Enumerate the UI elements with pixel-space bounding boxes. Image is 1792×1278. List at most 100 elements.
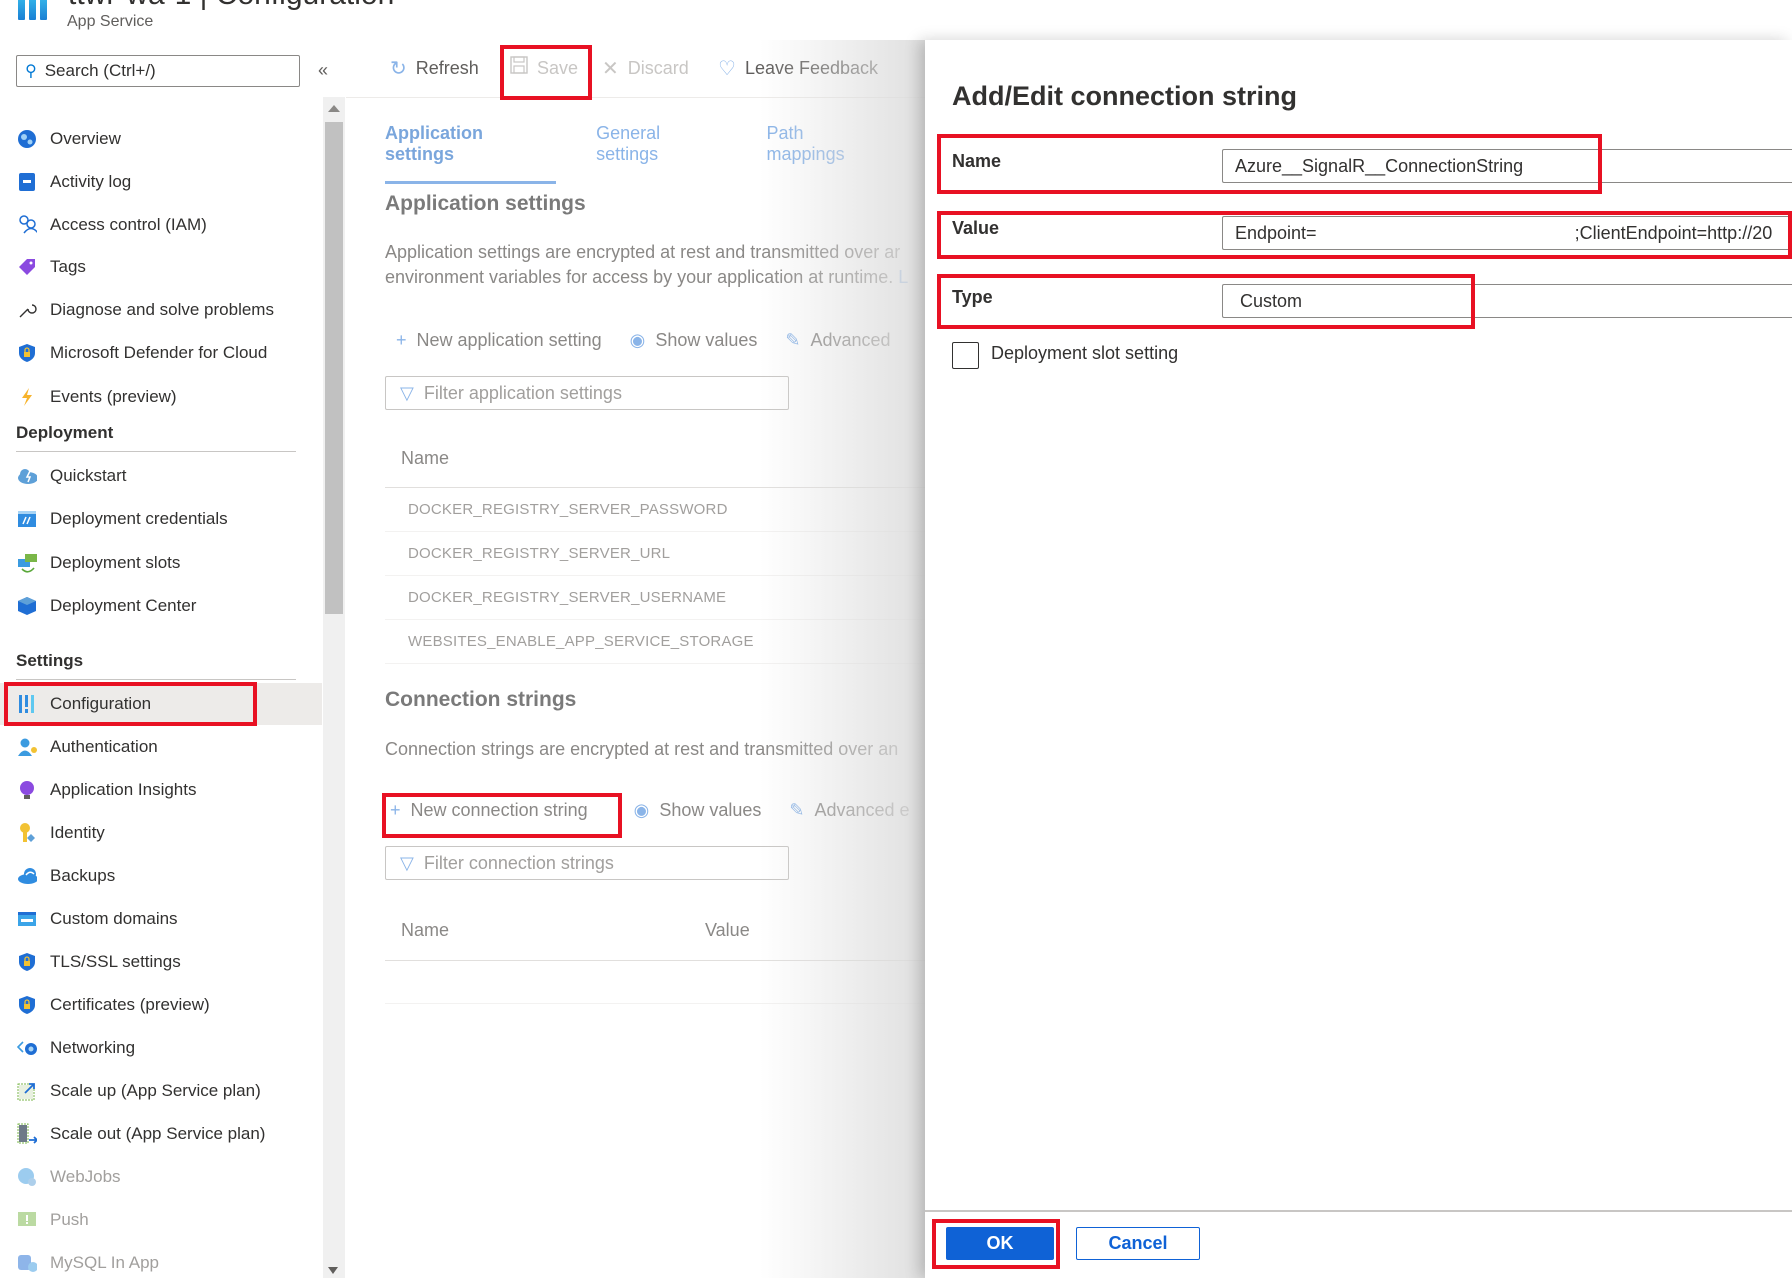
sidebar-item-webjobs[interactable]: WebJobs — [0, 1156, 322, 1198]
save-button[interactable]: Save — [510, 56, 578, 80]
plus-icon: + — [390, 800, 401, 820]
shield-lock-icon — [17, 952, 37, 972]
table-row[interactable]: DOCKER_REGISTRY_SERVER_USERNAME — [385, 576, 926, 620]
slots-icon — [17, 553, 37, 573]
sidebar-item-scale-out[interactable]: Scale out (App Service plan) — [0, 1113, 322, 1155]
table-row[interactable]: DOCKER_REGISTRY_SERVER_PASSWORD — [385, 488, 926, 532]
sidebar-item-diagnose[interactable]: Diagnose and solve problems — [0, 289, 322, 331]
key-icon — [17, 823, 37, 843]
configuration-icon — [17, 694, 37, 714]
page-header: ttwr-wa-1 | Configuration App Service — [0, 0, 700, 40]
sidebar-item-identity[interactable]: Identity — [0, 812, 322, 854]
scroll-down-arrow-icon[interactable] — [328, 1267, 338, 1274]
value-label: Value — [952, 218, 1000, 238]
section-header-settings: Settings — [16, 651, 296, 680]
mysql-icon — [17, 1253, 37, 1273]
settings-tabs: Application settings General settings Pa… — [385, 123, 926, 184]
connection-strings-commands: + New connection string ◉ Show values ✎ … — [390, 800, 926, 821]
sidebar-item-deployment-slots[interactable]: Deployment slots — [0, 542, 322, 584]
wrench-icon — [17, 300, 37, 320]
column-header-value[interactable]: Value — [705, 920, 750, 941]
sidebar-item-configuration[interactable]: Configuration — [0, 683, 322, 725]
sidebar-item-mysql[interactable]: MySQL In App — [0, 1242, 322, 1278]
show-values-button[interactable]: ◉ Show values — [630, 330, 758, 351]
app-settings-description: Application settings are encrypted at re… — [385, 242, 909, 287]
sidebar-item-tls-ssl[interactable]: TLS/SSL settings — [0, 941, 322, 983]
deployment-slot-setting-label[interactable]: Deployment slot setting — [991, 343, 1178, 364]
credentials-icon — [17, 509, 37, 529]
new-connection-string-button[interactable]: + New connection string — [390, 800, 588, 821]
tab-application-settings[interactable]: Application settings — [385, 123, 557, 184]
column-header-name[interactable]: Name — [401, 448, 449, 469]
sidebar-item-quickstart[interactable]: Quickstart — [0, 455, 322, 497]
refresh-button[interactable]: ↻ Refresh — [390, 56, 479, 81]
name-label: Name — [952, 151, 1002, 171]
sidebar-item-tags[interactable]: Tags — [0, 246, 322, 288]
close-icon: ✕ — [602, 58, 619, 80]
footer-divider — [925, 1210, 1792, 1212]
tab-path-mappings[interactable]: Path mappings — [767, 123, 886, 184]
table-row[interactable]: WEBSITES_ENABLE_APP_SERVICE_STORAGE — [385, 620, 926, 664]
filter-connection-strings-input[interactable]: ▽ Filter connection strings — [385, 846, 789, 880]
sidebar-item-authentication[interactable]: Authentication — [0, 726, 322, 768]
sidebar-item-defender[interactable]: Microsoft Defender for Cloud — [0, 332, 322, 374]
tab-general-settings[interactable]: General settings — [596, 123, 726, 184]
type-dropdown[interactable]: Custom — [1222, 284, 1792, 318]
pencil-icon: ✎ — [789, 800, 805, 820]
advanced-edit-button[interactable]: ✎ Advanced — [785, 330, 890, 351]
sidebar: ⚲ Search (Ctrl+/) « Overview Activity lo… — [0, 40, 328, 1278]
show-values-button[interactable]: ◉ Show values — [634, 800, 762, 821]
scroll-thumb[interactable] — [325, 122, 343, 614]
scroll-up-arrow-icon[interactable] — [328, 105, 340, 112]
sidebar-item-activity-log[interactable]: Activity log — [0, 161, 322, 203]
column-header-name[interactable]: Name — [401, 920, 449, 941]
sidebar-scrollbar[interactable] — [323, 97, 345, 1278]
sidebar-search-input[interactable]: ⚲ Search (Ctrl+/) — [16, 55, 300, 87]
sidebar-item-events[interactable]: Events (preview) — [0, 376, 322, 418]
new-application-setting-button[interactable]: + New application setting — [396, 330, 602, 351]
table-row[interactable]: DOCKER_REGISTRY_SERVER_URL — [385, 532, 926, 576]
shield-lock-icon — [17, 995, 37, 1015]
collapse-sidebar-button[interactable]: « — [318, 60, 328, 81]
value-input[interactable]: Endpoint= ;ClientEndpoint=http://20 — [1222, 216, 1792, 250]
sidebar-item-overview[interactable]: Overview — [0, 118, 322, 160]
sidebar-item-deployment-center[interactable]: Deployment Center — [0, 585, 322, 627]
advanced-edit-button[interactable]: ✎ Advanced e — [789, 800, 909, 821]
people-icon — [17, 215, 37, 235]
app-settings-commands: + New application setting ◉ Show values … — [396, 330, 919, 351]
sidebar-item-application-insights[interactable]: Application Insights — [0, 769, 322, 811]
sidebar-item-deployment-credentials[interactable]: Deployment credentials — [0, 498, 322, 540]
discard-button[interactable]: ✕ Discard — [602, 56, 689, 81]
pencil-icon: ✎ — [785, 330, 801, 350]
cancel-button[interactable]: Cancel — [1076, 1227, 1200, 1260]
learn-more-link[interactable]: L — [898, 267, 908, 287]
shield-lock-icon — [17, 343, 37, 363]
leave-feedback-button[interactable]: ♡ Leave Feedback — [718, 56, 878, 81]
sidebar-item-access-control[interactable]: Access control (IAM) — [0, 204, 322, 246]
sidebar-item-networking[interactable]: Networking — [0, 1027, 322, 1069]
lightning-icon — [17, 387, 37, 407]
sidebar-item-push[interactable]: Push — [0, 1199, 322, 1241]
filter-icon: ▽ — [400, 382, 414, 403]
main-content: ↻ Refresh Save ✕ Discard ♡ Leave Feedbac… — [346, 40, 926, 1278]
name-input[interactable]: Azure__SignalR__ConnectionString — [1222, 149, 1792, 183]
save-icon — [510, 56, 528, 80]
connection-strings-description: Connection strings are encrypted at rest… — [385, 739, 899, 759]
scale-up-icon — [17, 1081, 37, 1101]
user-key-icon — [17, 737, 37, 757]
plus-icon: + — [396, 330, 407, 350]
page-title: ttwr-wa-1 | Configuration — [68, 0, 394, 12]
filter-app-settings-input[interactable]: ▽ Filter application settings — [385, 376, 789, 410]
log-icon — [17, 172, 37, 192]
connection-strings-heading: Connection strings — [385, 688, 577, 711]
cube-icon — [17, 596, 37, 616]
eye-icon: ◉ — [633, 800, 650, 820]
sidebar-item-certificates[interactable]: Certificates (preview) — [0, 984, 322, 1026]
sidebar-item-scale-up[interactable]: Scale up (App Service plan) — [0, 1070, 322, 1112]
command-bar: ↻ Refresh Save ✕ Discard ♡ Leave Feedbac… — [346, 40, 926, 98]
sidebar-item-backups[interactable]: Backups — [0, 855, 322, 897]
ok-button[interactable]: OK — [946, 1227, 1054, 1260]
tag-icon — [17, 257, 37, 277]
sidebar-item-custom-domains[interactable]: Custom domains — [0, 898, 322, 940]
deployment-slot-setting-checkbox[interactable] — [952, 342, 979, 369]
